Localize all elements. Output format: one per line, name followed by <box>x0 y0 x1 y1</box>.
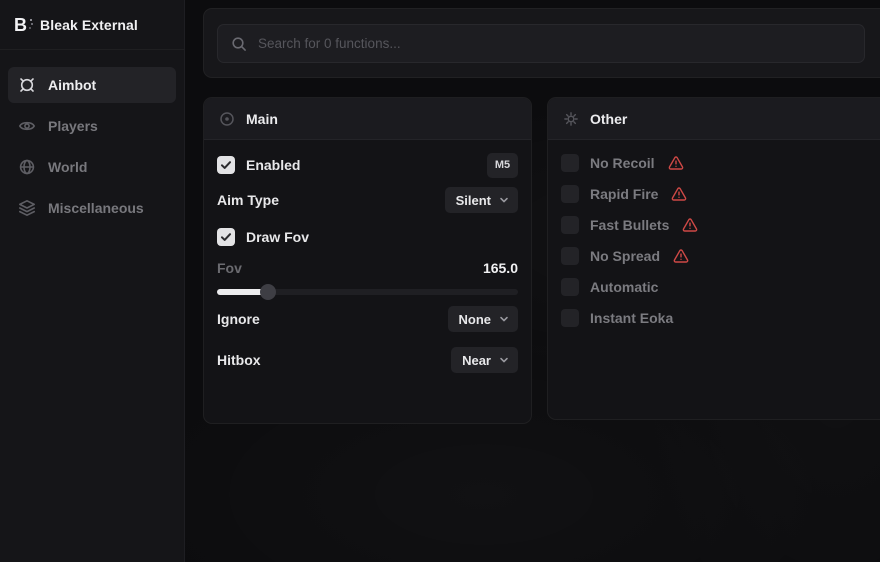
fov-row: Fov 165.0 <box>217 259 518 276</box>
hitbox-dropdown[interactable]: Near <box>451 347 518 373</box>
aim-type-label: Aim Type <box>217 192 279 208</box>
panel-other: Other No Recoil Rapid Fire <box>547 97 880 420</box>
layers-icon <box>18 199 36 217</box>
toggle-checkbox[interactable] <box>561 278 579 296</box>
toggle-row: Automatic <box>561 276 879 298</box>
toggle-checkbox[interactable] <box>561 309 579 327</box>
eye-icon <box>18 117 36 135</box>
search-input[interactable] <box>258 36 851 51</box>
toggle-label: Instant Eoka <box>590 310 673 326</box>
panel-main-body: Enabled M5 Aim Type Silent Draw Fov Fov … <box>204 140 531 385</box>
panel-other-body: No Recoil Rapid Fire Fast Bullets <box>548 140 880 350</box>
slider-thumb[interactable] <box>260 284 276 300</box>
sidebar-item-aimbot[interactable]: Aimbot <box>8 67 176 103</box>
sidebar-item-label: Aimbot <box>48 77 96 93</box>
draw-fov-label: Draw Fov <box>246 229 309 245</box>
toggle-label: Rapid Fire <box>590 186 658 202</box>
ignore-dropdown[interactable]: None <box>448 306 519 332</box>
target-icon <box>219 111 235 127</box>
globe-icon <box>18 158 36 176</box>
aim-type-dropdown[interactable]: Silent <box>445 187 518 213</box>
enabled-label: Enabled <box>246 157 300 173</box>
app-logo-icon: B <box>14 16 27 34</box>
chevron-down-icon <box>499 314 509 324</box>
aim-type-value: Silent <box>456 193 491 208</box>
focus-crosshair-icon <box>18 76 36 94</box>
toggle-checkbox[interactable] <box>561 185 579 203</box>
warning-icon <box>673 248 689 264</box>
enabled-checkbox[interactable] <box>217 156 235 174</box>
toggle-label: Automatic <box>590 279 658 295</box>
hitbox-label: Hitbox <box>217 352 261 368</box>
hitbox-value: Near <box>462 353 491 368</box>
draw-fov-checkbox[interactable] <box>217 228 235 246</box>
sidebar-nav: Aimbot Players World Miscellaneous <box>0 50 184 239</box>
sidebar-item-label: Miscellaneous <box>48 200 144 216</box>
toggle-label: Fast Bullets <box>590 217 669 233</box>
enabled-row: Enabled M5 <box>217 152 518 178</box>
search-box[interactable] <box>217 24 865 63</box>
gear-icon <box>563 111 579 127</box>
panel-main: Main Enabled M5 Aim Type Silent Draw Fov <box>203 97 532 424</box>
search-icon <box>231 36 247 52</box>
fov-slider[interactable] <box>217 284 518 300</box>
toggle-label: No Recoil <box>590 155 655 171</box>
hitbox-row: Hitbox Near <box>217 347 518 373</box>
app-title: Bleak External <box>40 17 138 33</box>
sidebar-item-label: Players <box>48 118 98 134</box>
aim-type-row: Aim Type Silent <box>217 187 518 213</box>
fov-value: 165.0 <box>483 260 518 276</box>
sidebar-header: B Bleak External <box>0 0 184 50</box>
ignore-row: Ignore None <box>217 306 518 332</box>
app-window: { "app": { "title": "Bleak External", "l… <box>0 0 880 562</box>
toggle-label: No Spread <box>590 248 660 264</box>
fov-label: Fov <box>217 260 242 276</box>
sidebar-item-players[interactable]: Players <box>8 108 176 144</box>
ignore-label: Ignore <box>217 311 260 327</box>
toggle-checkbox[interactable] <box>561 247 579 265</box>
warning-icon <box>671 186 687 202</box>
toggle-row: Rapid Fire <box>561 183 879 205</box>
panel-title: Main <box>246 111 278 127</box>
topbar <box>203 8 880 78</box>
warning-icon <box>682 217 698 233</box>
toggle-checkbox[interactable] <box>561 216 579 234</box>
chevron-down-icon <box>499 195 509 205</box>
sidebar: B Bleak External Aimbot Players World <box>0 0 185 562</box>
panel-other-header: Other <box>548 98 880 140</box>
draw-fov-row: Draw Fov <box>217 224 518 249</box>
sidebar-item-label: World <box>48 159 87 175</box>
sidebar-item-world[interactable]: World <box>8 149 176 185</box>
toggle-row: No Spread <box>561 245 879 267</box>
check-icon <box>219 230 233 244</box>
keybind-badge[interactable]: M5 <box>487 153 518 178</box>
warning-icon <box>668 155 684 171</box>
toggle-row: No Recoil <box>561 152 879 174</box>
check-icon <box>219 158 233 172</box>
chevron-down-icon <box>499 355 509 365</box>
toggle-checkbox[interactable] <box>561 154 579 172</box>
ignore-value: None <box>459 312 492 327</box>
toggle-row: Fast Bullets <box>561 214 879 236</box>
sidebar-item-miscellaneous[interactable]: Miscellaneous <box>8 190 176 226</box>
panel-title: Other <box>590 111 627 127</box>
panel-main-header: Main <box>204 98 531 140</box>
toggle-row: Instant Eoka <box>561 307 879 329</box>
